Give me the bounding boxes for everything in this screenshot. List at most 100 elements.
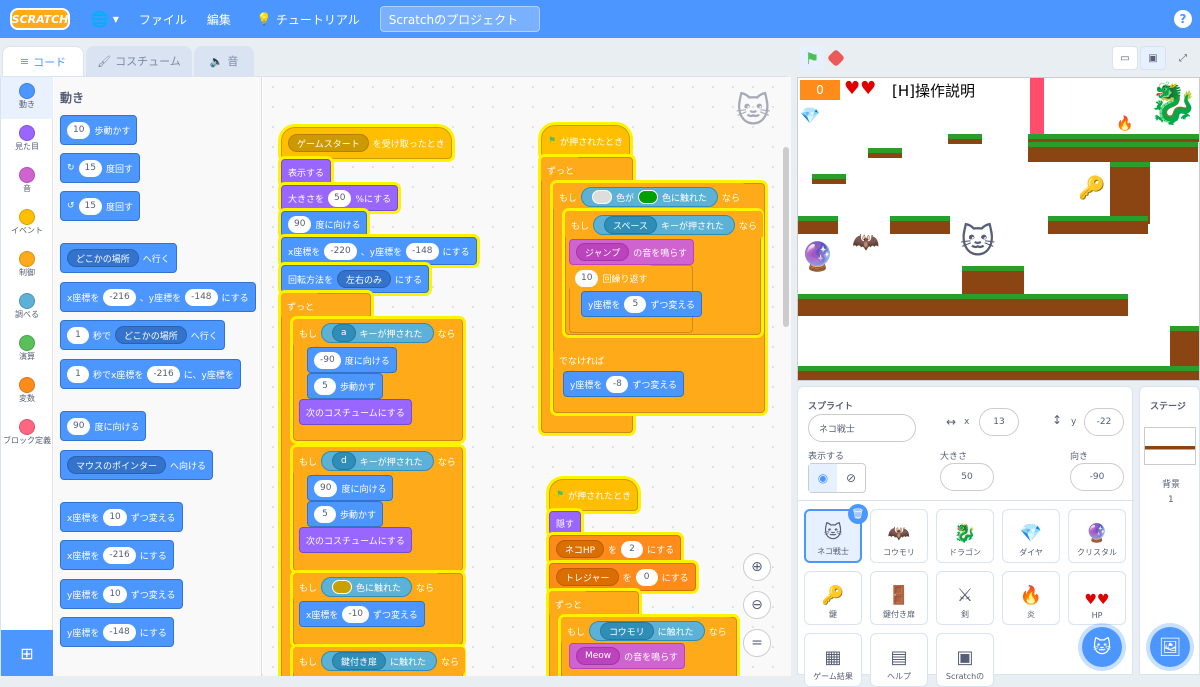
category-8[interactable]: ブロック定義 — [1, 413, 53, 455]
a-move-block[interactable]: 5 歩動かす — [307, 373, 384, 399]
stage-thumbnail[interactable] — [1144, 427, 1196, 465]
sprite-tile[interactable]: 🔑 鍵 — [804, 571, 862, 625]
x-input[interactable]: 13 — [979, 408, 1019, 436]
sprite-tile[interactable]: ▦ ゲーム結果 — [804, 633, 862, 687]
category-4[interactable]: 制御 — [1, 245, 53, 287]
d-dir[interactable]: 90 — [314, 479, 338, 497]
key-d-dd[interactable]: d — [332, 452, 356, 470]
tab-costume[interactable]: 🖌 コスチューム — [86, 46, 192, 76]
tr-n[interactable]: 0 — [635, 568, 658, 586]
point-deg[interactable]: 90 — [67, 417, 91, 435]
small-stage-button[interactable]: ▭ — [1112, 46, 1138, 70]
move-block[interactable]: 10 歩動かす — [60, 115, 138, 145]
fullscreen-button[interactable]: ⤢ — [1170, 46, 1196, 70]
sprite-tile[interactable]: 🐉 ドラゴン — [936, 509, 994, 563]
category-5[interactable]: 調べる — [1, 287, 53, 329]
turn-left-deg[interactable]: 15 — [78, 197, 102, 215]
turn-right-block[interactable]: ↻ 15 度回す — [60, 153, 141, 183]
sety-n[interactable]: -148 — [103, 623, 136, 641]
scratch-logo[interactable]: SCRATCH — [10, 8, 70, 30]
sprite-tile[interactable]: 🦇 コウモリ — [870, 509, 928, 563]
show-toggle[interactable]: ◉ ⊘ — [808, 463, 866, 493]
jump-dd[interactable]: ジャンプ — [576, 243, 630, 261]
sprite-name-input[interactable]: ネコ戦士 — [808, 414, 916, 442]
category-6[interactable]: 演算 — [1, 329, 53, 371]
set-size-block[interactable]: 大きさを 50 %にする — [281, 185, 399, 211]
space-dd[interactable]: スペース — [604, 216, 657, 234]
meow-dd[interactable]: Meow — [576, 647, 621, 665]
glidexy-x[interactable]: -216 — [147, 365, 180, 383]
flag-hat-block-1[interactable]: ⚑ が押されたとき — [541, 125, 631, 157]
size-input[interactable]: 50 — [940, 463, 994, 491]
play-meow-block[interactable]: Meow の音を鳴らす — [569, 643, 685, 669]
flag-hat-block-2[interactable]: ⚑ が押されたとき — [549, 479, 639, 511]
category-7[interactable]: 変数 — [1, 371, 53, 413]
set-x-block[interactable]: x座標を -216 にする — [60, 540, 174, 570]
cy8-n[interactable]: -8 — [606, 375, 629, 393]
edit-menu[interactable]: 編集 — [207, 11, 231, 28]
touching-color[interactable]: 色に触れた — [321, 577, 413, 597]
sprite-tile[interactable]: ▤ ヘルプ — [870, 633, 928, 687]
xy-y[interactable]: -148 — [406, 242, 439, 260]
color-touching-color[interactable]: 色が 色に触れた — [581, 187, 719, 207]
d-move-block[interactable]: 5 歩動かす — [307, 501, 384, 527]
direction-input[interactable]: -90 — [1070, 463, 1124, 491]
add-extension-button[interactable]: ⊞ — [1, 630, 53, 676]
a-point-block[interactable]: -90 度に向ける — [307, 347, 397, 373]
tab-sound[interactable]: 🔈 音 — [194, 46, 254, 76]
touching-bat[interactable]: コウモリ に触れた — [589, 621, 705, 641]
zoom-reset-button[interactable]: = — [743, 629, 771, 657]
hp-n[interactable]: 2 — [621, 540, 644, 558]
goto-dropdown[interactable]: どこかの場所 — [67, 249, 139, 267]
chy-n[interactable]: 10 — [103, 585, 127, 603]
zoom-in-button[interactable]: ⊕ — [743, 553, 771, 581]
point-direction-block[interactable]: 90 度に向ける — [60, 411, 147, 441]
green-flag-button[interactable]: ⚑ — [800, 46, 824, 70]
space-pressed[interactable]: スペース キーが押された — [593, 215, 735, 235]
key-a-pressed[interactable]: a キーが押された — [321, 323, 434, 343]
change-y-neg8-block[interactable]: y座標を -8 ずつ変える — [563, 371, 685, 397]
dir-n[interactable]: 90 — [288, 215, 312, 233]
set-y-block[interactable]: y座標を -148 にする — [60, 617, 174, 647]
sprite-tile[interactable]: 💎 ダイヤ — [1002, 509, 1060, 563]
goto-block[interactable]: どこかの場所 へ行く — [60, 243, 177, 273]
move-steps[interactable]: 10 — [67, 121, 91, 139]
vertical-scrollbar[interactable] — [783, 147, 789, 327]
glide-block[interactable]: 1 秒で どこかの場所 へ行く — [60, 320, 225, 350]
category-2[interactable]: 音 — [1, 161, 53, 203]
change-x-block[interactable]: x座標を 10 ずつ変える — [60, 502, 183, 532]
pointto-dropdown[interactable]: マウスのポインター — [67, 456, 167, 474]
repeat-n[interactable]: 10 — [575, 269, 599, 287]
gotoxy-block[interactable]: x座標を -216 、y座標を -148 にする — [60, 282, 256, 312]
sprite-tile[interactable]: 🔥 炎 — [1002, 571, 1060, 625]
door-dd[interactable]: 鍵付き扉 — [332, 652, 387, 670]
add-backdrop-button[interactable]: 🖼 — [1150, 627, 1190, 667]
bat-dd[interactable]: コウモリ — [600, 622, 654, 640]
color-swatch-gray[interactable] — [592, 190, 613, 204]
turn-left-block[interactable]: ↺ 15 度回す — [60, 191, 141, 221]
show-block[interactable]: 表示する — [281, 159, 332, 185]
glide-secs[interactable]: 1 — [67, 326, 89, 344]
size-n[interactable]: 50 — [328, 189, 352, 207]
set-treasure-block[interactable]: トレジャーを 0 にする — [549, 563, 696, 591]
a-costume-block[interactable]: 次のコスチュームにする — [299, 399, 412, 425]
sprite-tile[interactable]: ⚔ 剣 — [936, 571, 994, 625]
add-sprite-button[interactable]: 🐱 — [1082, 627, 1122, 667]
normal-stage-button[interactable]: ▣ — [1140, 46, 1166, 70]
category-0[interactable]: 動き — [1, 77, 53, 119]
change-y-block[interactable]: y座標を 10 ずつ変える — [60, 579, 183, 609]
play-jump-block[interactable]: ジャンプ の音を鳴らす — [569, 239, 695, 265]
project-title-input[interactable]: Scratchのプロジェクト — [379, 6, 540, 32]
tutorial-menu[interactable]: 💡 チュートリアル — [257, 11, 360, 28]
sprite-tile[interactable]: ♥♥ HP — [1068, 571, 1126, 625]
chx-n[interactable]: 10 — [103, 508, 127, 526]
turn-right-deg[interactable]: 15 — [78, 159, 102, 177]
d-point-block[interactable]: 90 度に向ける — [307, 475, 394, 501]
help-icon[interactable]: ? — [1174, 10, 1192, 28]
d-move[interactable]: 5 — [314, 505, 336, 523]
sprite-tile[interactable]: 🚪 鍵付き扉 — [870, 571, 928, 625]
sprite-tile[interactable]: 🔮 クリスタル — [1068, 509, 1126, 563]
delete-sprite-icon[interactable]: 🗑 — [848, 504, 868, 524]
eye-slash-icon[interactable]: ⊘ — [837, 464, 865, 492]
hat-receive-block[interactable]: ゲームスタート を受け取ったとき — [281, 127, 452, 159]
